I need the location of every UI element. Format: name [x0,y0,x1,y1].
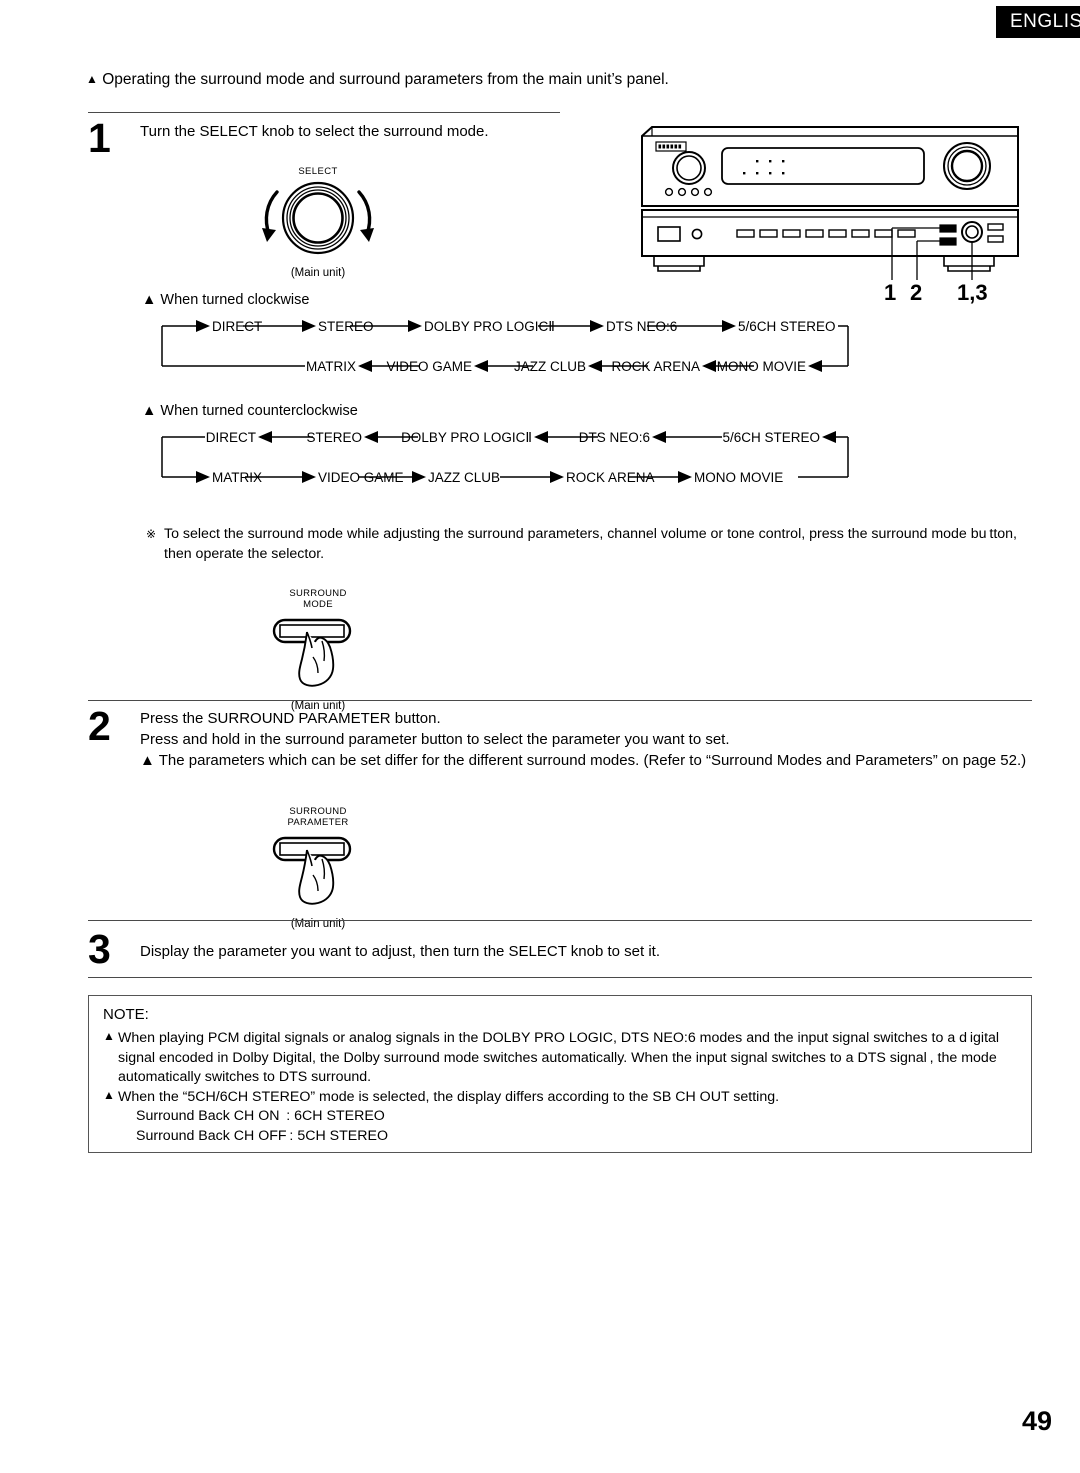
select-knob-label: SELECT [298,166,338,177]
step-2-line-2: Press and hold in the surround parameter… [140,731,730,748]
flow-ccw-bot-3: ROCK ARENA [566,470,655,485]
flow-ccw-top-2: DOLBY PRO LOGICⅡ [401,430,532,445]
surround-parameter-button-on-device [939,237,957,246]
flow-ccw-bot-1: VIDEO GAME [318,470,404,485]
note-item: ▲ When playing PCM digital signals or an… [103,1029,1019,1088]
flow-cw-bot-1: VIDEO GAME [386,359,472,374]
flow-ccw-bot-2: JAZZ CLUB [428,470,500,485]
surround-mode-button-on-device [939,224,957,233]
flow-cw-top-4: 5/6CH STEREO [738,319,836,334]
flow-cw-top-3: DTS NEO:6 [606,319,677,334]
step-number-2: 2 [88,703,111,749]
flow-ccw-top-1: STEREO [306,430,362,445]
step-1-text: Turn the SELECT knob to select the surro… [140,123,489,140]
flow-cw-bot-4: MONO MOVIE [717,359,806,374]
surround-mode-button-illustration: SURROUND MODE (Main unit) [258,588,378,712]
finger-pressing-button-icon [272,836,352,905]
step-2-line-3: ▲ The parameters which can be set differ… [140,752,1027,769]
flow-ccw-bot-4: MONO MOVIE [694,470,783,485]
flowchart-counterclockwise: DIRECT STEREO DOLBY PRO LOGICⅡ DTS NEO:6… [150,427,860,489]
callout-1-3: 1,3 [957,280,988,305]
surround-parameter-label-line2: PARAMETER [287,817,349,828]
rotary-knob-icon [262,181,374,255]
step-2-text: Press the SURROUND PARAMETER button. Pre… [140,708,1040,771]
page-number: 49 [1021,1406,1052,1436]
flow-cw-top-2: DOLBY PRO LOGICⅡ [424,319,555,334]
divider-after-step3 [88,977,1032,978]
flow-cw-bot-2: JAZZ CLUB [514,359,586,374]
triangle-bullet-icon: ▲ [86,72,98,86]
select-knob-illustration: SELECT (Main unit) [248,166,388,279]
note-heading: NOTE: [103,1006,149,1023]
surround-mode-label-line1: SURROUND [289,588,347,599]
triangle-bullet-icon: ▲ [103,1029,115,1043]
callout-2: 2 [910,280,923,305]
flow-cw-bot-3: ROCK ARENA [611,359,700,374]
note-item: ▲ When the “5CH/6CH STEREO” mode is sele… [103,1088,1019,1108]
step-3-text: Display the parameter you want to adjust… [140,943,661,960]
flow-ccw-bot-0: MATRIX [212,470,262,485]
note-item-text: When the “5CH/6CH STEREO” mode is select… [118,1088,780,1105]
callout-1: 1 [884,280,897,305]
asterisk-note-line1: To select the surround mode while adjust… [164,526,1017,542]
triangle-bullet-icon: ▲ [103,1087,115,1102]
flowchart-clockwise: DIRECT STEREO DOLBY PRO LOGICⅡ DTS NEO:6… [150,316,860,378]
note-list: ▲ When playing PCM digital signals or an… [103,1029,1019,1146]
asterisk-note-line2: then operate the selector. [164,546,325,562]
flow-ccw-top-0: DIRECT [206,430,256,445]
flow-ccw-top-3: DTS NEO:6 [579,430,650,445]
note-sub-item: Surround Back CH OFF : 5CH STEREO [136,1127,388,1144]
language-tab: ENGLISH [996,6,1080,38]
flowchart-counterclockwise-title: ▲ When turned counterclockwise [142,403,358,419]
step-2-line-1: Press the SURROUND PARAMETER button. [140,710,441,727]
flow-cw-top-1: STEREO [318,319,374,334]
asterisk-note: ※ To select the surround mode while adju… [146,524,1036,564]
step-number-3: 3 [88,926,111,972]
flow-cw-top-0: DIRECT [212,319,262,334]
flowchart-clockwise-title: ▲ When turned clockwise [142,292,310,308]
note-item-text: When playing PCM digital signals or anal… [118,1030,1000,1085]
note-sub-item: Surround Back CH ON : 6CH STEREO [136,1108,385,1124]
surround-mode-label: SURROUND MODE [258,588,378,610]
flow-ccw-top-4: 5/6CH STEREO [722,430,820,445]
finger-pressing-button-icon [272,618,352,687]
step-number-1: 1 [88,115,111,161]
divider-step2 [88,700,1032,701]
language-tab-label: ENGLISH [1010,11,1080,32]
flow-cw-bot-0: MATRIX [306,359,356,374]
note-box: NOTE: ▲ When playing PCM digital signals… [88,995,1032,1153]
intro-paragraph: ▲ Operating the surround mode and surrou… [86,70,986,90]
surround-parameter-label-line1: SURROUND [289,806,347,817]
surround-mode-label-line2: MODE [303,599,333,610]
receiver-front-panel-illustration: 1 2 1,3 [632,122,1028,305]
intro-text: Operating the surround mode and surround… [102,71,669,88]
divider-step1 [88,112,560,113]
divider-step3 [88,920,1032,921]
surround-parameter-button-illustration: SURROUND PARAMETER (Main unit) [258,806,378,930]
select-knob-caption: (Main unit) [290,267,346,279]
surround-parameter-label: SURROUND PARAMETER [258,806,378,828]
reference-mark-icon: ※ [146,527,157,541]
